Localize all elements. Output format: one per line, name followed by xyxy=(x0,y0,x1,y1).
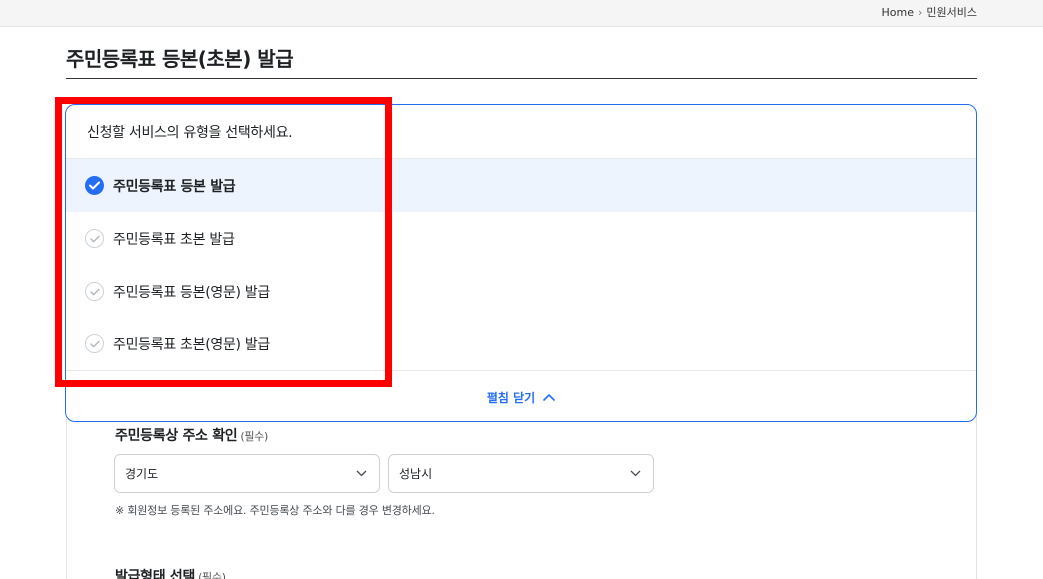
address-note: ※ 회원정보 등록된 주소에요. 주민등록상 주소와 다를 경우 변경하세요. xyxy=(115,504,435,517)
service-type-panel: 신청할 서비스의 유형을 선택하세요. 주민등록표 등본 발급 주민등록표 초본… xyxy=(65,104,977,422)
option-resident-abstract[interactable]: 주민등록표 초본 발급 xyxy=(66,212,976,265)
check-circle-icon xyxy=(85,229,104,248)
option-resident-copy-english[interactable]: 주민등록표 등본(영문) 발급 xyxy=(66,265,976,318)
province-select[interactable]: 경기도 xyxy=(114,454,380,493)
chevron-down-icon xyxy=(630,470,641,477)
breadcrumb: Home › 민원서비스 xyxy=(882,4,978,20)
province-value: 경기도 xyxy=(125,467,159,481)
top-utility-bar: Home › 민원서비스 xyxy=(0,0,1043,27)
check-circle-icon xyxy=(85,282,104,301)
title-divider xyxy=(66,78,977,79)
breadcrumb-home-link[interactable]: Home xyxy=(882,6,914,19)
option-label: 주민등록표 초본 발급 xyxy=(113,231,235,248)
breadcrumb-current[interactable]: 민원서비스 xyxy=(926,4,977,20)
collapse-toggle-label: 펼침 닫기 xyxy=(486,390,536,405)
city-select[interactable]: 성남시 xyxy=(388,454,654,493)
collapse-toggle-button[interactable]: 펼침 닫기 xyxy=(66,371,976,421)
check-circle-icon xyxy=(85,176,104,195)
required-marker: (필수) xyxy=(240,430,268,443)
option-label: 주민등록표 등본 발급 xyxy=(113,178,236,195)
address-section-title: 주민등록상 주소 확인 (필수) xyxy=(115,428,268,444)
option-resident-copy[interactable]: 주민등록표 등본 발급 xyxy=(66,159,976,212)
chevron-up-icon xyxy=(543,394,555,401)
option-label: 주민등록표 초본(영문) 발급 xyxy=(113,336,271,353)
required-marker: (필수) xyxy=(198,571,226,579)
check-circle-icon xyxy=(85,334,104,353)
page-title: 주민등록표 등본(초본) 발급 xyxy=(66,47,294,71)
option-resident-abstract-english[interactable]: 주민등록표 초본(영문) 발급 xyxy=(66,317,976,370)
chevron-right-icon: › xyxy=(917,5,923,19)
chevron-down-icon xyxy=(356,470,367,477)
panel-prompt: 신청할 서비스의 유형을 선택하세요. xyxy=(87,125,293,141)
city-value: 성남시 xyxy=(399,467,433,481)
option-label: 주민등록표 등본(영문) 발급 xyxy=(113,284,271,301)
issue-type-section-title: 발급형태 선택 (필수) xyxy=(115,566,226,579)
